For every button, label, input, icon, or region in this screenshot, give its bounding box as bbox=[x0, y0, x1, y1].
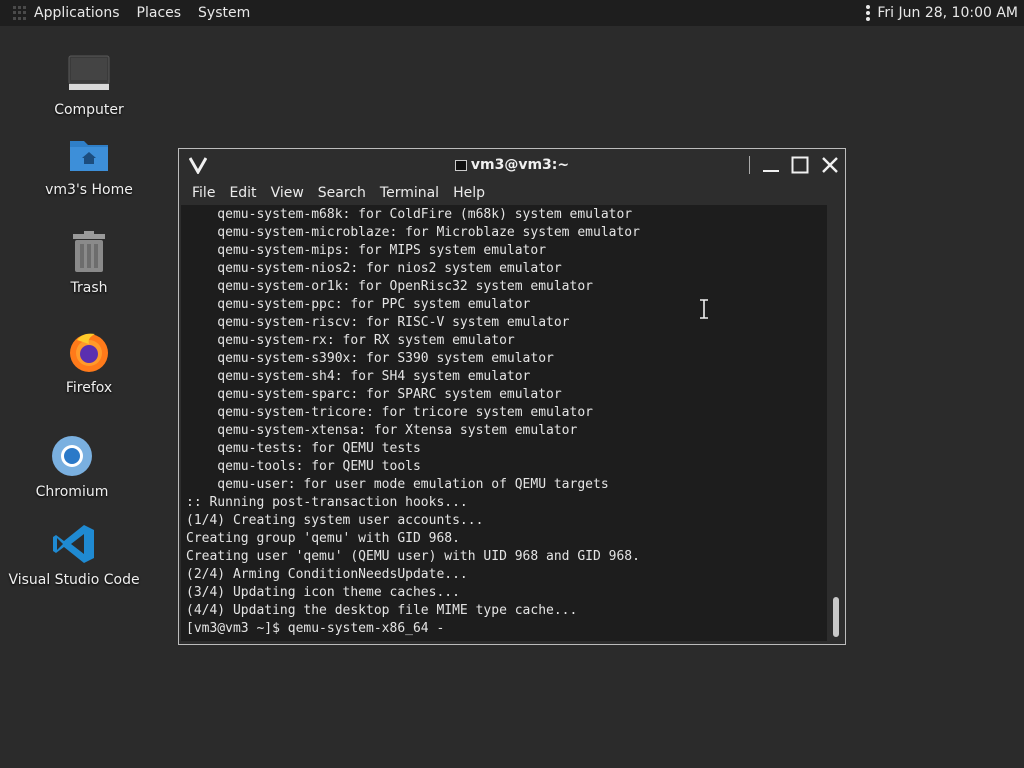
terminal-line: qemu-system-sparc: for SPARC system emul… bbox=[186, 387, 562, 402]
vscode-icon bbox=[50, 520, 98, 568]
terminal-line: qemu-system-xtensa: for Xtensa system em… bbox=[186, 423, 578, 438]
scrollbar-thumb[interactable] bbox=[833, 597, 839, 637]
terminal-line: qemu-system-microblaze: for Microblaze s… bbox=[186, 225, 640, 240]
clock[interactable]: Fri Jun 28, 10:00 AM bbox=[877, 5, 1018, 21]
maximize-icon bbox=[791, 156, 809, 174]
terminal-line: qemu-system-rx: for RX system emulator bbox=[186, 333, 515, 348]
maximize-button[interactable] bbox=[789, 154, 811, 176]
kebab-menu-icon[interactable] bbox=[866, 5, 871, 21]
menu-help[interactable]: Help bbox=[453, 185, 485, 201]
desktop-icon-label: vm3's Home bbox=[45, 182, 133, 198]
firefox-icon bbox=[65, 328, 113, 376]
desktop-icon-computer[interactable]: Computer bbox=[24, 50, 154, 118]
terminal-line: qemu-system-riscv: for RISC-V system emu… bbox=[186, 315, 570, 330]
panel-right: Fri Jun 28, 10:00 AM bbox=[866, 0, 1018, 26]
window-title-text: vm3@vm3:~ bbox=[470, 157, 570, 173]
menu-edit[interactable]: Edit bbox=[229, 185, 256, 201]
top-panel: Applications Places System Fri Jun 28, 1… bbox=[0, 0, 1024, 26]
terminal-line: Creating group 'qemu' with GID 968. bbox=[186, 531, 460, 546]
terminal-window[interactable]: vm3@vm3:~ File Edit View Search Terminal… bbox=[178, 148, 846, 645]
terminal-scrollbar[interactable] bbox=[827, 205, 845, 641]
terminal-icon bbox=[454, 159, 467, 171]
terminal-line: (2/4) Arming ConditionNeedsUpdate... bbox=[186, 567, 468, 582]
menu-terminal[interactable]: Terminal bbox=[380, 185, 439, 201]
desktop-icon-home[interactable]: vm3's Home bbox=[24, 130, 154, 198]
apps-grid-icon[interactable] bbox=[13, 6, 27, 20]
terminal-line: qemu-tests: for QEMU tests bbox=[186, 441, 421, 456]
terminal-line: (4/4) Updating the desktop file MIME typ… bbox=[186, 603, 578, 618]
terminal-line: qemu-system-sh4: for SH4 system emulator bbox=[186, 369, 531, 384]
terminal-line: (1/4) Creating system user accounts... bbox=[186, 513, 484, 528]
desktop-icon-trash[interactable]: Trash bbox=[24, 228, 154, 296]
terminal-line: qemu-system-m68k: for ColdFire (m68k) sy… bbox=[186, 207, 633, 222]
desktop-icon-label: Trash bbox=[70, 280, 108, 296]
terminal-line: qemu-system-or1k: for OpenRisc32 system … bbox=[186, 279, 593, 294]
window-titlebar[interactable]: vm3@vm3:~ bbox=[179, 149, 845, 181]
window-title: vm3@vm3:~ bbox=[179, 149, 845, 181]
titlebar-separator bbox=[749, 156, 750, 174]
home-folder-icon bbox=[65, 130, 113, 178]
places-menu[interactable]: Places bbox=[137, 5, 182, 21]
terminal-line: qemu-system-s390x: for S390 system emula… bbox=[186, 351, 554, 366]
menu-file[interactable]: File bbox=[192, 185, 215, 201]
terminal-line: qemu-system-mips: for MIPS system emulat… bbox=[186, 243, 547, 258]
text-cursor-icon bbox=[700, 299, 708, 319]
terminal-line: (3/4) Updating icon theme caches... bbox=[186, 585, 460, 600]
terminal-line: qemu-system-tricore: for tricore system … bbox=[186, 405, 593, 420]
terminal-line: [vm3@vm3 ~]$ qemu-system-x86_64 - bbox=[186, 621, 445, 636]
trash-icon bbox=[65, 228, 113, 276]
desktop-icon-firefox[interactable]: Firefox bbox=[24, 328, 154, 396]
terminal-output[interactable]: qemu-system-m68k: for ColdFire (m68k) sy… bbox=[181, 205, 827, 641]
desktop-icon-chromium[interactable]: Chromium bbox=[7, 432, 137, 500]
applications-menu[interactable]: Applications bbox=[34, 5, 120, 21]
terminal-line: Creating user 'qemu' (QEMU user) with UI… bbox=[186, 549, 640, 564]
desktop-icon-vscode[interactable]: Visual Studio Code bbox=[8, 520, 140, 588]
terminal-line: qemu-system-nios2: for nios2 system emul… bbox=[186, 261, 562, 276]
terminal-menubar: File Edit View Search Terminal Help bbox=[179, 181, 845, 205]
terminal-line: qemu-tools: for QEMU tools bbox=[186, 459, 421, 474]
computer-icon bbox=[65, 50, 113, 98]
terminal-line: qemu-system-ppc: for PPC system emulator bbox=[186, 297, 531, 312]
system-menu[interactable]: System bbox=[198, 5, 250, 21]
desktop-icon-label: Chromium bbox=[35, 484, 109, 500]
chromium-icon bbox=[48, 432, 96, 480]
minimize-button[interactable] bbox=[760, 154, 782, 176]
terminal-line: qemu-user: for user mode emulation of QE… bbox=[186, 477, 609, 492]
minimize-icon bbox=[763, 170, 779, 172]
terminal-line: :: Running post-transaction hooks... bbox=[186, 495, 468, 510]
close-icon bbox=[822, 157, 838, 173]
close-button[interactable] bbox=[819, 154, 841, 176]
desktop-icon-label: Computer bbox=[54, 102, 124, 118]
desktop-icon-label: Visual Studio Code bbox=[8, 572, 140, 588]
desktop-icon-label: Firefox bbox=[65, 380, 113, 396]
menu-view[interactable]: View bbox=[271, 185, 304, 201]
menu-search[interactable]: Search bbox=[318, 185, 366, 201]
